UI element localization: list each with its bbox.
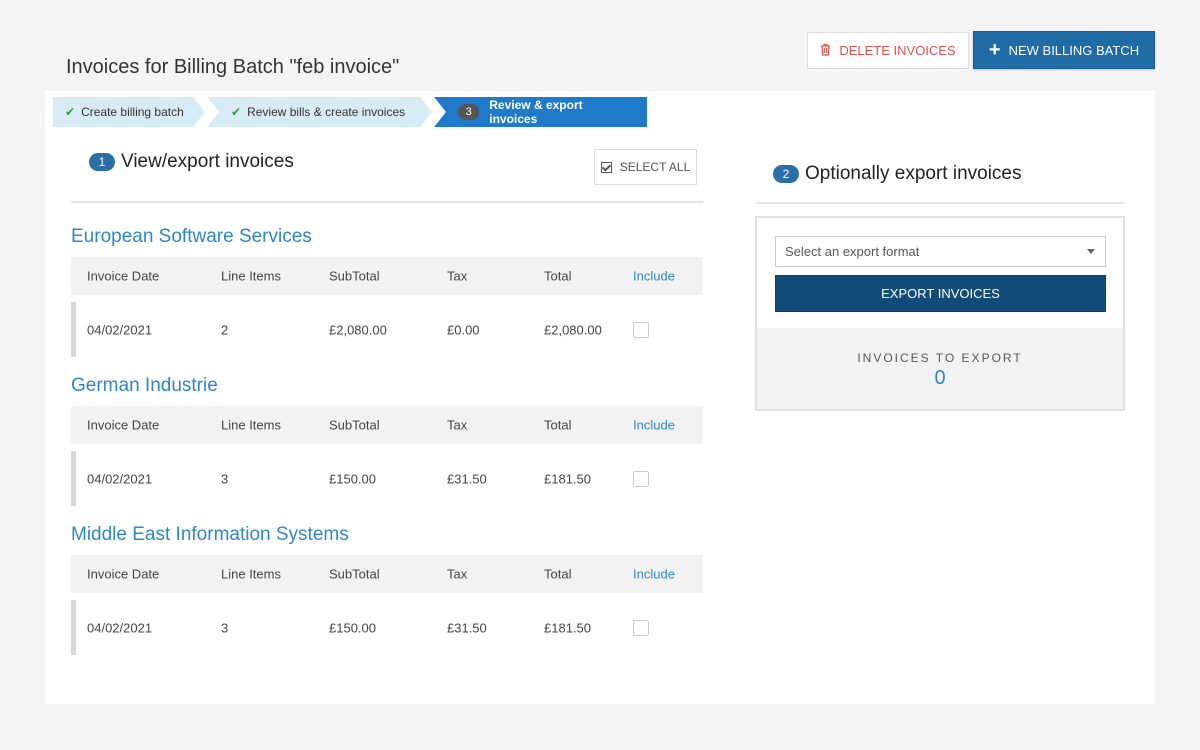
- step-number: 3: [458, 104, 480, 120]
- optionally-export-title: 2 Optionally export invoices: [773, 163, 1022, 185]
- col-tax: Tax: [447, 268, 468, 284]
- col-subtotal: SubTotal: [329, 566, 380, 582]
- export-summary: INVOICES TO EXPORT 0: [757, 328, 1123, 409]
- col-invoice-date: Invoice Date: [87, 268, 160, 284]
- col-include[interactable]: Include: [633, 269, 675, 284]
- col-tax: Tax: [447, 566, 468, 582]
- include-checkbox[interactable]: [633, 321, 649, 338]
- col-line-items: Line Items: [221, 417, 281, 433]
- step-review-bills[interactable]: ✔ Review bills & create invoices: [207, 97, 432, 127]
- col-include[interactable]: Include: [633, 418, 675, 433]
- section-number-badge: 2: [773, 165, 799, 183]
- tax: £0.00: [447, 322, 480, 337]
- checkbox-checked-icon: [600, 161, 612, 173]
- export-format-select[interactable]: Select an export format: [775, 236, 1106, 267]
- caret-down-icon: [1087, 249, 1095, 254]
- col-total: Total: [544, 417, 572, 433]
- invoice-date: 04/02/2021: [87, 322, 153, 337]
- wizard-steps: ✔ Create billing batch ✔ Review bills & …: [53, 97, 647, 127]
- subtotal: £2,080.00: [329, 322, 387, 337]
- line-items: 3: [221, 620, 229, 635]
- col-total: Total: [544, 566, 572, 582]
- tax: £31.50: [447, 620, 487, 635]
- step-create-billing-batch[interactable]: ✔ Create billing batch: [53, 97, 205, 127]
- section-title-text: View/export invoices: [121, 151, 294, 172]
- page-title: Invoices for Billing Batch "feb invoice": [66, 56, 400, 78]
- step-label: Create billing batch: [81, 105, 184, 119]
- company-name-link[interactable]: European Software Services: [71, 226, 703, 248]
- step-label: Review bills & create invoices: [247, 105, 406, 119]
- col-invoice-date: Invoice Date: [87, 566, 160, 582]
- export-invoices-label: EXPORT INVOICES: [881, 286, 1000, 301]
- subtotal: £150.00: [329, 620, 376, 635]
- section-number-badge: 1: [89, 153, 115, 171]
- check-icon: ✔: [231, 105, 242, 119]
- total: £2,080.00: [544, 322, 602, 337]
- invoice-date: 04/02/2021: [87, 471, 153, 486]
- table-header: Invoice Date Line Items SubTotal Tax Tot…: [71, 555, 703, 593]
- table-row: 04/02/2021 2 £2,080.00 £0.00 £2,080.00: [71, 302, 703, 357]
- include-cell: [633, 470, 649, 487]
- trash-icon: [820, 43, 831, 59]
- include-checkbox[interactable]: [633, 619, 649, 636]
- col-subtotal: SubTotal: [329, 417, 380, 433]
- table-row: 04/02/2021 3 £150.00 £31.50 £181.50: [71, 451, 703, 506]
- table-header: Invoice Date Line Items SubTotal Tax Tot…: [71, 406, 703, 444]
- col-total: Total: [544, 268, 572, 284]
- step-review-export-invoices[interactable]: 3 Review & export invoices: [434, 97, 647, 127]
- view-export-title: 1 View/export invoices: [89, 151, 294, 173]
- include-cell: [633, 321, 649, 338]
- line-items: 3: [221, 471, 229, 486]
- company-name-link[interactable]: German Industrie: [71, 375, 703, 397]
- col-invoice-date: Invoice Date: [87, 417, 160, 433]
- table-row: 04/02/2021 3 £150.00 £31.50 £181.50: [71, 600, 703, 655]
- new-billing-batch-button[interactable]: + NEW BILLING BATCH: [973, 31, 1155, 69]
- delete-invoices-button[interactable]: DELETE INVOICES: [807, 32, 969, 69]
- export-panel: Select an export format EXPORT INVOICES …: [755, 216, 1125, 411]
- new-billing-batch-label: NEW BILLING BATCH: [1008, 42, 1140, 58]
- total: £181.50: [544, 471, 591, 486]
- include-cell: [633, 619, 649, 636]
- select-all-label: SELECT ALL: [619, 160, 691, 174]
- check-icon: ✔: [65, 105, 76, 119]
- company-group: European Software Services Invoice Date …: [71, 226, 703, 357]
- subtotal: £150.00: [329, 471, 376, 486]
- select-all-button[interactable]: SELECT ALL: [594, 149, 697, 185]
- col-tax: Tax: [447, 417, 468, 433]
- col-line-items: Line Items: [221, 566, 281, 582]
- total: £181.50: [544, 620, 591, 635]
- invoice-date: 04/02/2021: [87, 620, 153, 635]
- company-group: German Industrie Invoice Date Line Items…: [71, 375, 703, 506]
- plus-icon: +: [988, 39, 1001, 61]
- col-line-items: Line Items: [221, 268, 281, 284]
- line-items: 2: [221, 322, 229, 337]
- main-panel: ✔ Create billing batch ✔ Review bills & …: [45, 91, 1155, 704]
- step-label: Review & export invoices: [489, 98, 583, 126]
- company-group: Middle East Information Systems Invoice …: [71, 524, 703, 655]
- section-title-text: Optionally export invoices: [805, 163, 1022, 184]
- export-invoices-button[interactable]: EXPORT INVOICES: [775, 275, 1106, 312]
- divider: [756, 202, 1125, 204]
- export-format-placeholder: Select an export format: [785, 244, 920, 259]
- tax: £31.50: [447, 471, 487, 486]
- delete-invoices-label: DELETE INVOICES: [839, 43, 956, 58]
- table-header: Invoice Date Line Items SubTotal Tax Tot…: [71, 257, 703, 295]
- include-checkbox[interactable]: [633, 470, 649, 487]
- divider: [71, 201, 703, 203]
- invoices-to-export-count: 0: [934, 367, 946, 389]
- col-subtotal: SubTotal: [329, 268, 380, 284]
- invoices-to-export-label: INVOICES TO EXPORT: [857, 351, 1023, 365]
- col-include[interactable]: Include: [633, 567, 675, 582]
- company-name-link[interactable]: Middle East Information Systems: [71, 524, 703, 546]
